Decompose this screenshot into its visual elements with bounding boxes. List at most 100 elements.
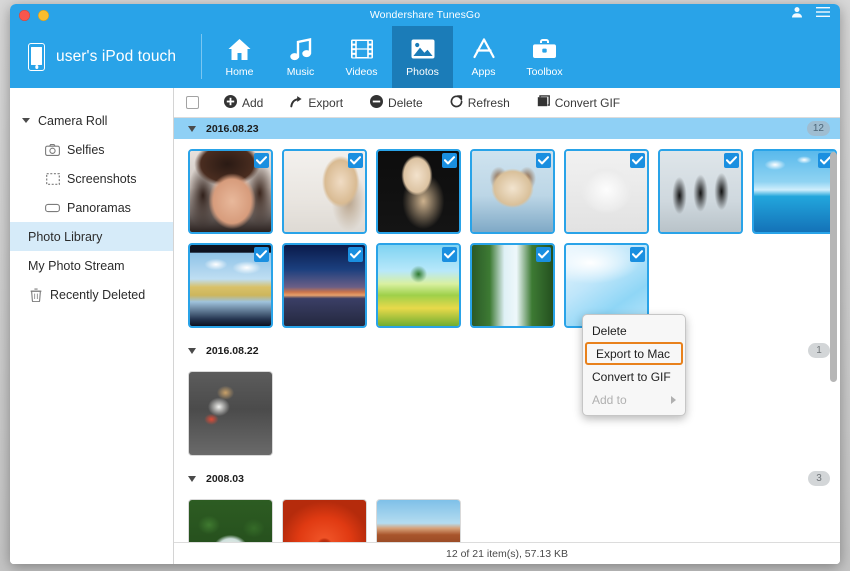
sidebar-item-panoramas-label: Panoramas <box>67 200 131 215</box>
photo-thumbnail[interactable] <box>188 499 273 542</box>
photo-check-icon[interactable] <box>254 247 269 262</box>
nav-tab-music[interactable]: Music <box>270 26 331 88</box>
app-store-icon <box>471 36 497 62</box>
sidebar-item-photo-library[interactable]: Photo Library <box>10 222 173 251</box>
photo-thumbnail[interactable] <box>658 149 743 234</box>
vertical-scrollbar[interactable] <box>830 152 837 382</box>
photo-thumbnail[interactable] <box>188 149 273 234</box>
photo-thumbnail[interactable] <box>376 499 461 542</box>
photo-thumbnail[interactable] <box>282 499 367 542</box>
add-button-label: Add <box>242 95 264 110</box>
group-collapse-caret-icon[interactable] <box>188 125 196 132</box>
photo-check-icon[interactable] <box>630 153 645 168</box>
photo-thumbnail[interactable] <box>188 371 273 456</box>
photo-thumbnail[interactable] <box>282 149 367 234</box>
context-menu-item-export-to-mac-label: Export to Mac <box>596 346 671 361</box>
group-header-2[interactable]: 2016.08.22 1 <box>174 340 840 361</box>
refresh-icon <box>450 94 463 111</box>
sidebar-item-screenshots-label: Screenshots <box>67 171 137 186</box>
context-menu-item-convert-to-gif[interactable]: Convert to GIF <box>583 365 685 388</box>
main-navigation-bar: user's iPod touch Home Music Videos Phot… <box>10 26 840 88</box>
nav-tab-toolbox-label: Toolbox <box>526 66 563 78</box>
context-menu[interactable]: Delete Export to Mac Convert to GIF Add … <box>582 314 686 416</box>
group-header-2-count: 1 <box>808 343 830 358</box>
sidebar-item-camera-roll-label: Camera Roll <box>38 113 108 128</box>
nav-tab-apps-label: Apps <box>471 66 496 78</box>
photo-check-icon[interactable] <box>348 153 363 168</box>
group-header-3-count: 3 <box>808 471 830 486</box>
nav-tab-photos-label: Photos <box>406 66 439 78</box>
sidebar-item-my-photo-stream[interactable]: My Photo Stream <box>10 251 173 280</box>
photo-thumbnail[interactable] <box>188 243 273 328</box>
photo-check-icon[interactable] <box>442 153 457 168</box>
nav-tab-toolbox[interactable]: Toolbox <box>514 26 575 88</box>
context-menu-item-delete-label: Delete <box>592 323 627 338</box>
photo-image <box>283 500 366 542</box>
photo-thumbnail[interactable] <box>470 243 555 328</box>
device-name-label: user's iPod touch <box>56 47 177 65</box>
delete-button[interactable]: Delete <box>370 94 423 111</box>
ipod-device-icon <box>28 42 45 71</box>
photo-thumbnail[interactable] <box>376 243 461 328</box>
hamburger-menu-icon[interactable] <box>816 6 830 18</box>
nav-tabs: Home Music Videos Photos Apps Toolbox <box>209 26 575 88</box>
sidebar-item-screenshots[interactable]: Screenshots <box>10 164 173 193</box>
nav-tab-videos-label: Videos <box>345 66 378 78</box>
photo-scroll-region[interactable]: 2016.08.23 12 2016.08.22 1 2008.03 3 <box>174 118 840 542</box>
photo-check-icon[interactable] <box>630 247 645 262</box>
nav-tab-home[interactable]: Home <box>209 26 270 88</box>
photo-thumbnail[interactable] <box>282 243 367 328</box>
photo-image <box>189 372 272 455</box>
delete-button-label: Delete <box>388 95 423 110</box>
window-title: Wondershare TunesGo <box>369 9 481 21</box>
convert-gif-icon <box>537 94 550 111</box>
photo-thumbnail[interactable] <box>470 149 555 234</box>
user-icon[interactable] <box>791 6 803 18</box>
sidebar-item-recently-deleted[interactable]: Recently Deleted <box>10 280 173 309</box>
refresh-button[interactable]: Refresh <box>450 94 510 111</box>
briefcase-icon <box>532 36 557 62</box>
group-header-3-date: 2008.03 <box>206 472 244 485</box>
photo-check-icon[interactable] <box>536 153 551 168</box>
status-text: 12 of 21 item(s), 57.13 KB <box>446 547 568 560</box>
context-menu-item-add-to: Add to <box>583 388 685 411</box>
add-button[interactable]: Add <box>224 94 264 111</box>
group-header-3[interactable]: 2008.03 3 <box>174 468 840 489</box>
nav-tab-videos[interactable]: Videos <box>331 26 392 88</box>
photo-check-icon[interactable] <box>536 247 551 262</box>
group-header-1[interactable]: 2016.08.23 12 <box>174 118 840 139</box>
group-collapse-caret-icon[interactable] <box>188 347 196 354</box>
nav-tab-music-label: Music <box>286 66 315 78</box>
device-info[interactable]: user's iPod touch <box>10 34 202 79</box>
group-header-1-count: 12 <box>806 121 830 136</box>
disclosure-caret-icon[interactable] <box>22 118 30 123</box>
group-collapse-caret-icon[interactable] <box>188 475 196 482</box>
photo-check-icon[interactable] <box>348 247 363 262</box>
select-all-checkbox[interactable] <box>186 96 199 109</box>
nav-tab-apps[interactable]: Apps <box>453 26 514 88</box>
sidebar-item-selfies-label: Selfies <box>67 142 105 157</box>
refresh-button-label: Refresh <box>467 95 510 110</box>
window-body: Camera Roll Selfies Screenshots Panorama… <box>10 88 840 564</box>
photo-check-icon[interactable] <box>442 247 457 262</box>
sidebar-item-selfies[interactable]: Selfies <box>10 135 173 164</box>
sidebar-item-camera-roll[interactable]: Camera Roll <box>10 106 173 135</box>
group-header-2-date: 2016.08.22 <box>206 344 259 357</box>
sidebar-item-photo-library-label: Photo Library <box>28 229 103 244</box>
export-button[interactable]: Export <box>290 95 343 111</box>
home-icon <box>227 36 252 62</box>
context-menu-item-export-to-mac[interactable]: Export to Mac <box>585 342 683 365</box>
sidebar-item-panoramas[interactable]: Panoramas <box>10 193 173 222</box>
convert-gif-button[interactable]: Convert GIF <box>537 94 620 111</box>
context-menu-item-add-to-label: Add to <box>592 392 627 407</box>
group-header-1-date: 2016.08.23 <box>206 122 259 135</box>
photo-thumbnail[interactable] <box>376 149 461 234</box>
photo-check-icon[interactable] <box>724 153 739 168</box>
photo-check-icon[interactable] <box>254 153 269 168</box>
photo-grid-area[interactable]: 2016.08.23 12 2016.08.22 1 2008.03 3 Del… <box>174 118 840 542</box>
photo-thumbnail[interactable] <box>752 149 837 234</box>
photo-thumbnail[interactable] <box>564 149 649 234</box>
nav-tab-photos[interactable]: Photos <box>392 26 453 88</box>
sidebar-item-recently-deleted-label: Recently Deleted <box>50 287 146 302</box>
context-menu-item-delete[interactable]: Delete <box>583 319 685 342</box>
